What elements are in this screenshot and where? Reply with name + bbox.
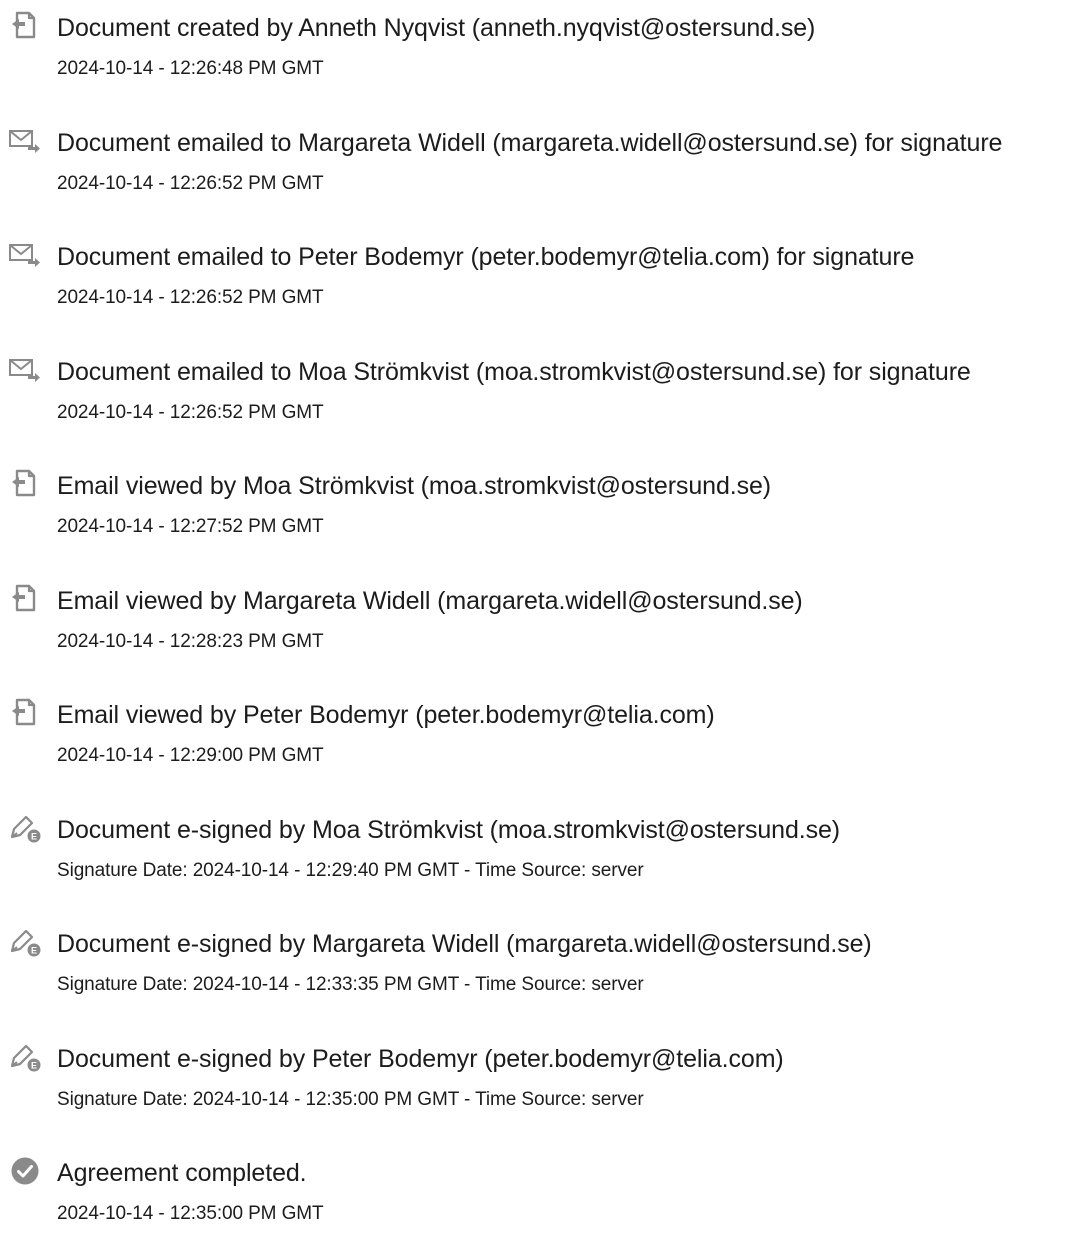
event-timestamp: 2024-10-14 - 12:35:00 PM GMT [57, 1203, 324, 1224]
audit-event: E Document e-signed by Moa Strömkvist (m… [0, 802, 1074, 902]
event-title: Document emailed to Margareta Widell (ma… [57, 128, 1003, 157]
event-title: Email viewed by Margareta Widell (margar… [57, 586, 803, 615]
svg-text:E: E [31, 831, 37, 841]
svg-text:E: E [31, 1060, 37, 1070]
event-title: Email viewed by Peter Bodemyr (peter.bod… [57, 701, 715, 729]
event-title: Document emailed to Peter Bodemyr (peter… [57, 243, 915, 271]
audit-event: Document emailed to Peter Bodemyr (peter… [0, 229, 1074, 329]
event-timestamp: 2024-10-14 - 12:26:52 PM GMT [57, 172, 324, 194]
event-title: Document emailed to Moa Strömkvist (moa.… [57, 357, 971, 386]
audit-event: Email viewed by Peter Bodemyr (peter.bod… [0, 687, 1074, 787]
event-title: Email viewed by Moa Strömkvist (moa.stro… [57, 472, 772, 500]
event-timestamp: 2024-10-14 - 12:28:23 PM GMT [57, 630, 324, 652]
audit-event: Email viewed by Moa Strömkvist (moa.stro… [0, 458, 1074, 558]
audit-event: Document emailed to Moa Strömkvist (moa.… [0, 344, 1074, 444]
document-icon [8, 697, 42, 729]
document-icon [8, 583, 42, 615]
audit-event: E Document e-signed by Peter Bodemyr (pe… [0, 1031, 1074, 1131]
svg-text:E: E [31, 946, 37, 956]
event-timestamp: 2024-10-14 - 12:26:52 PM GMT [57, 287, 324, 308]
checkmark-circle-icon [8, 1155, 42, 1187]
event-timestamp: 2024-10-14 - 12:26:48 PM GMT [57, 58, 324, 79]
event-timestamp: 2024-10-14 - 12:26:52 PM GMT [57, 401, 324, 423]
event-timestamp: 2024-10-14 - 12:29:00 PM GMT [57, 745, 324, 766]
email-sent-icon [8, 354, 42, 386]
event-signature-info: Signature Date: 2024-10-14 - 12:29:40 PM… [57, 859, 644, 881]
email-sent-icon [8, 125, 42, 157]
audit-event: E Document e-signed by Margareta Widell … [0, 916, 1074, 1016]
event-title: Document e-signed by Margareta Widell (m… [57, 930, 872, 958]
email-sent-icon [8, 239, 42, 271]
event-timestamp: 2024-10-14 - 12:27:52 PM GMT [57, 516, 324, 537]
event-title: Document created by Anneth Nyqvist (anne… [57, 14, 816, 42]
audit-event: Document created by Anneth Nyqvist (anne… [0, 0, 1074, 100]
document-icon [8, 10, 42, 42]
event-signature-info: Signature Date: 2024-10-14 - 12:33:35 PM… [57, 974, 644, 995]
esign-icon: E [8, 926, 42, 958]
event-title: Document e-signed by Peter Bodemyr (pete… [57, 1044, 784, 1073]
audit-event: Email viewed by Margareta Widell (margar… [0, 573, 1074, 673]
esign-icon: E [8, 1041, 42, 1073]
audit-event: Document emailed to Margareta Widell (ma… [0, 115, 1074, 215]
audit-event: Agreement completed. 2024-10-14 - 12:35:… [0, 1145, 1074, 1245]
event-signature-info: Signature Date: 2024-10-14 - 12:35:00 PM… [57, 1088, 644, 1110]
event-title: Document e-signed by Moa Strömkvist (moa… [57, 815, 841, 844]
document-icon [8, 468, 42, 500]
event-title: Agreement completed. [57, 1159, 307, 1187]
esign-icon: E [8, 812, 42, 844]
